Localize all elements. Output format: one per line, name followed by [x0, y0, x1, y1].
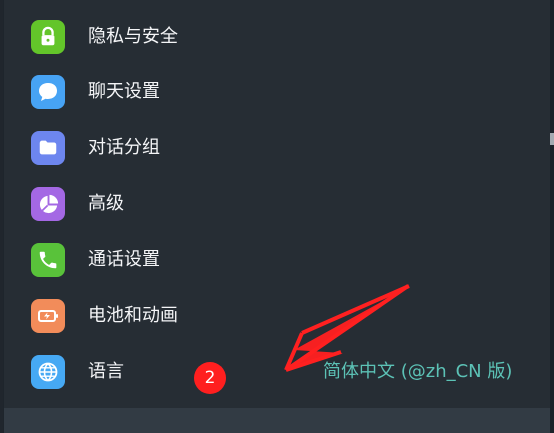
chat-folders-item[interactable]: 对话分组: [4, 120, 550, 176]
battery-animation-item[interactable]: 电池和动画: [4, 288, 550, 344]
language-label: 语言: [88, 361, 124, 382]
lock-icon: [31, 20, 65, 54]
battery-icon: [31, 299, 65, 333]
phone-icon: [31, 243, 65, 277]
right-window-edge: [550, 0, 554, 433]
chat-folders-label: 对话分组: [88, 137, 160, 158]
language-item[interactable]: 语言 简体中文 (@zh_CN 版): [4, 344, 550, 400]
battery-animation-label: 电池和动画: [88, 305, 178, 326]
chat-bubble-icon: [31, 75, 65, 109]
window-edge-mark: [550, 133, 554, 145]
chat-settings-item[interactable]: 聊天设置: [4, 64, 550, 120]
folder-icon: [31, 131, 65, 165]
pie-chart-icon: [31, 187, 65, 221]
advanced-label: 高级: [88, 193, 124, 214]
globe-icon: [31, 355, 65, 389]
settings-screen: 隐私与安全 聊天设置 对话分组 高级 通话设置 电池和动画 语言 简体中文 (@…: [0, 0, 554, 433]
call-settings-item[interactable]: 通话设置: [4, 232, 550, 288]
settings-menu-panel: 隐私与安全 聊天设置 对话分组 高级 通话设置 电池和动画 语言 简体中文 (@…: [4, 0, 550, 433]
call-settings-label: 通话设置: [88, 249, 160, 270]
language-value: 简体中文 (@zh_CN 版): [323, 361, 513, 382]
privacy-security-item[interactable]: 隐私与安全: [4, 9, 550, 65]
step-badge: 2: [194, 362, 226, 394]
privacy-security-label: 隐私与安全: [88, 26, 178, 47]
next-section-background: [4, 408, 550, 433]
chat-settings-label: 聊天设置: [88, 81, 160, 102]
advanced-item[interactable]: 高级: [4, 176, 550, 232]
